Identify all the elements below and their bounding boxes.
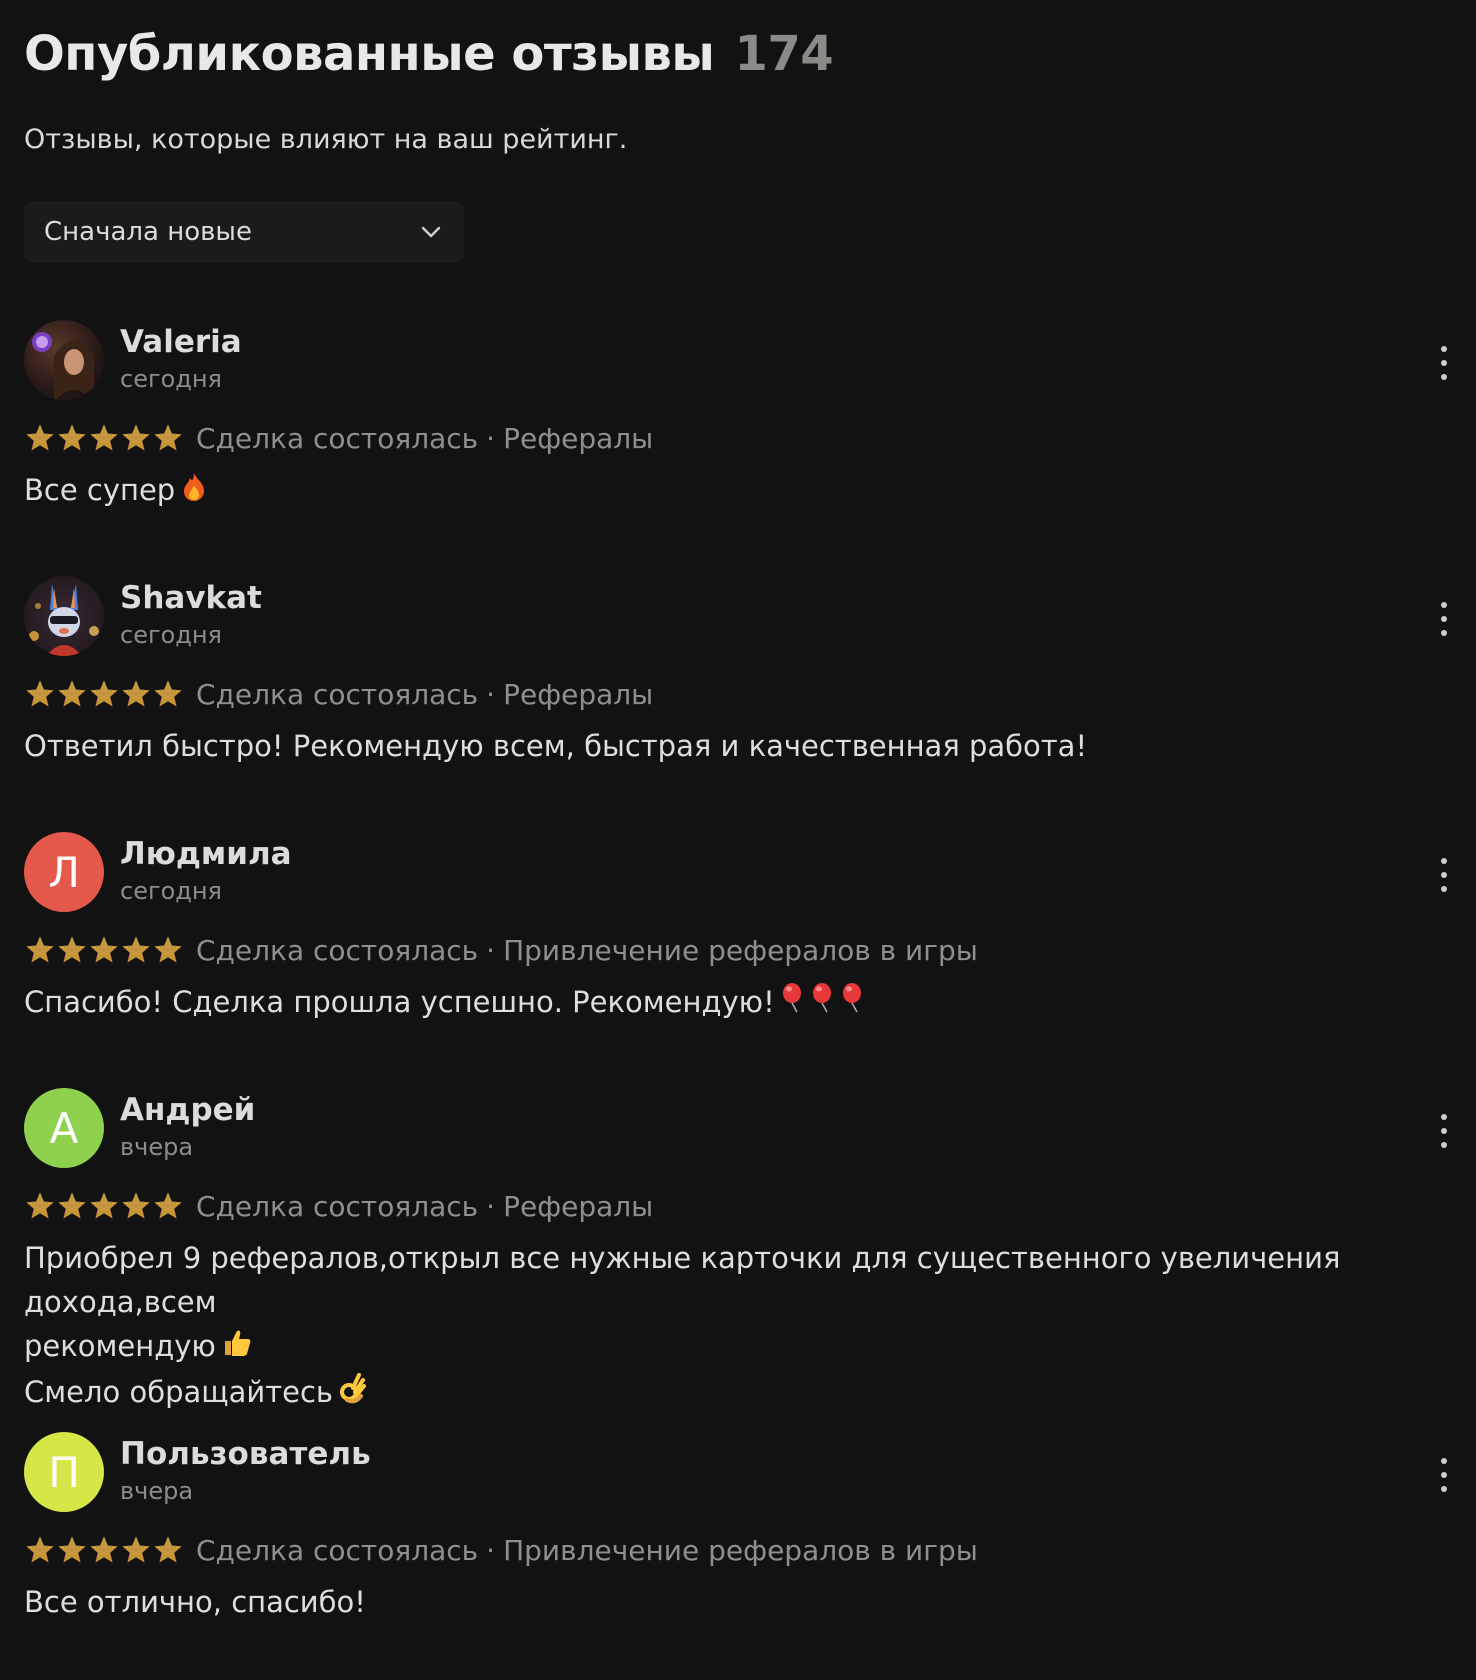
deal-category[interactable]: Рефералы (503, 1190, 653, 1223)
review-text-line: Спасибо! Сделка прошла успешно. Рекоменд… (24, 985, 775, 1019)
review-author[interactable]: Shavkat (120, 578, 262, 618)
star-icon (154, 936, 182, 963)
more-options-icon[interactable] (1436, 346, 1452, 380)
review-text: Приобрел 9 рефералов,открыл все нужные к… (24, 1236, 1452, 1416)
star-icon (26, 1192, 54, 1219)
deal-category[interactable]: Рефералы (503, 422, 653, 455)
meta-separator: · (486, 933, 496, 967)
rating-stars (24, 1534, 184, 1566)
balloon-emoji (781, 982, 865, 1026)
star-icon (26, 936, 54, 963)
review-meta: Сделка состоялась · Рефералы (24, 674, 653, 714)
review-text-line: Все отлично, спасибо! (24, 1585, 366, 1619)
meta-separator: · (486, 421, 496, 455)
reviews-count: 174 (734, 26, 834, 82)
review-text-line: Приобрел 9 рефералов,открыл все нужные к… (24, 1241, 1350, 1319)
deal-status: Сделка состоялась (196, 933, 479, 967)
page-title: Опубликованные отзывы 174 (24, 22, 834, 86)
star-icon (154, 1192, 182, 1219)
avatar[interactable] (24, 320, 104, 400)
more-options-icon[interactable] (1436, 1458, 1452, 1492)
review-meta: Сделка состоялась · Рефералы (24, 418, 653, 458)
review-text: Ответил быстро! Рекомендую всем, быстрая… (24, 724, 1452, 768)
review-text: Спасибо! Сделка прошла успешно. Рекоменд… (24, 980, 1452, 1026)
star-icon (154, 424, 182, 451)
page-title-text: Опубликованные отзывы (24, 26, 715, 82)
star-icon (122, 936, 150, 963)
star-icon (154, 680, 182, 707)
deal-status: Сделка состоялась (196, 677, 479, 711)
deal-category[interactable]: Привлечение рефералов в игры (503, 934, 978, 967)
star-icon (90, 680, 118, 707)
meta-separator: · (486, 1533, 496, 1567)
review-author[interactable]: Пользователь (120, 1434, 371, 1474)
star-icon (58, 936, 86, 963)
star-icon (90, 424, 118, 451)
star-icon (90, 1192, 118, 1219)
star-icon (58, 424, 86, 451)
sort-dropdown-value: Сначала новые (44, 217, 252, 247)
avatar[interactable]: Л (24, 832, 104, 912)
star-icon (122, 680, 150, 707)
review-text: Все супер (24, 468, 1452, 514)
star-icon (90, 1536, 118, 1563)
star-icon (122, 424, 150, 451)
reviews-page: Опубликованные отзывы 174 Отзывы, которы… (0, 0, 1476, 1680)
deal-status: Сделка состоялась (196, 421, 479, 455)
rating-stars (24, 422, 184, 454)
deal-status: Сделка состоялась (196, 1533, 479, 1567)
star-icon (122, 1536, 150, 1563)
star-icon (26, 424, 54, 451)
rating-stars (24, 1190, 184, 1222)
avatar[interactable]: П (24, 1432, 104, 1512)
star-icon (58, 1192, 86, 1219)
deal-category[interactable]: Привлечение рефералов в игры (503, 1534, 978, 1567)
deal-status: Сделка состоялась (196, 1189, 479, 1223)
star-icon (122, 1192, 150, 1219)
review-date: сегодня (120, 365, 222, 393)
avatar-initial: А (49, 1103, 79, 1153)
review-meta: Сделка состоялась · Привлечение реферало… (24, 1530, 978, 1570)
rating-stars (24, 934, 184, 966)
review-text-line: Все супер (24, 473, 176, 507)
star-icon (90, 936, 118, 963)
deal-category[interactable]: Рефералы (503, 678, 653, 711)
review-author[interactable]: Андрей (120, 1090, 255, 1130)
sort-dropdown[interactable]: Сначала новые (24, 201, 464, 263)
review-meta: Сделка состоялась · Рефералы (24, 1186, 653, 1226)
thumbs-up-emoji (222, 1326, 252, 1370)
review-meta: Сделка состоялась · Привлечение реферало… (24, 930, 978, 970)
avatar[interactable]: А (24, 1088, 104, 1168)
review-date: вчера (120, 1477, 194, 1505)
review-text-line: рекомендую (24, 1329, 216, 1363)
review-text-line: Ответил быстро! Рекомендую всем, быстрая… (24, 729, 1088, 763)
avatar-initial: Л (48, 847, 80, 897)
avatar-photo-icon (29, 584, 99, 656)
review-author[interactable]: Valeria (120, 322, 242, 362)
avatar[interactable] (24, 576, 104, 656)
more-options-icon[interactable] (1436, 1114, 1452, 1148)
page-subtitle: Отзывы, которые влияют на ваш рейтинг. (24, 124, 628, 155)
avatar-photo-icon (32, 332, 94, 400)
star-icon (26, 1536, 54, 1563)
review-text-line: Смело обращайтесь (24, 1375, 333, 1409)
star-icon (58, 680, 86, 707)
star-icon (58, 1536, 86, 1563)
more-options-icon[interactable] (1436, 602, 1452, 636)
chevron-down-icon (418, 219, 444, 245)
avatar-initial: П (48, 1447, 80, 1497)
ok-hand-emoji (339, 1372, 367, 1416)
more-options-icon[interactable] (1436, 858, 1452, 892)
star-icon (26, 680, 54, 707)
fire-emoji (181, 470, 207, 514)
review-text: Все отлично, спасибо! (24, 1580, 1452, 1624)
review-date: вчера (120, 1133, 194, 1161)
meta-separator: · (486, 677, 496, 711)
review-author[interactable]: Людмила (120, 834, 292, 874)
review-date: сегодня (120, 621, 222, 649)
review-date: сегодня (120, 877, 222, 905)
star-icon (154, 1536, 182, 1563)
meta-separator: · (486, 1189, 496, 1223)
rating-stars (24, 678, 184, 710)
